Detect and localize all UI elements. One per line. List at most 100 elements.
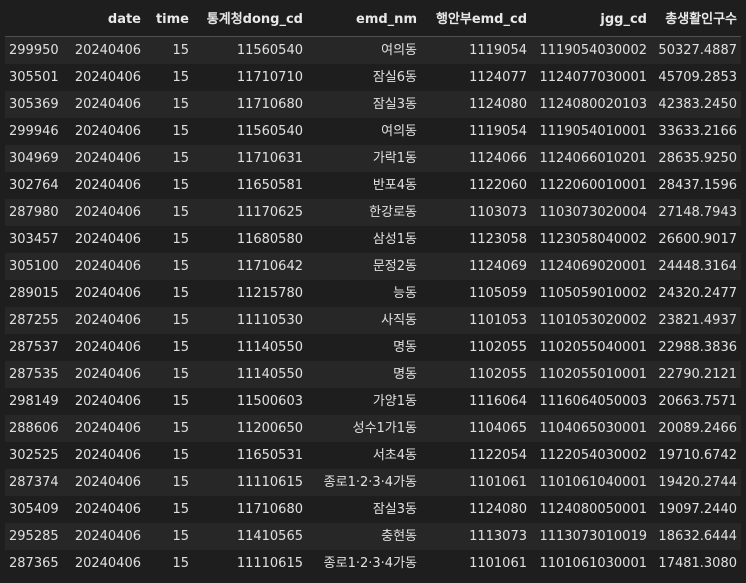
population-cell: 20089.2466 xyxy=(651,415,741,442)
time-cell: 15 xyxy=(145,523,193,550)
population-cell: 27148.7943 xyxy=(651,199,741,226)
time-cell: 15 xyxy=(145,226,193,253)
emd-cd-cell: 1124066 xyxy=(421,145,531,172)
jgg-cd-cell: 1101061040001 xyxy=(531,469,651,496)
emd-nm-cell: 삼성1동 xyxy=(307,226,421,253)
population-cell: 26600.9017 xyxy=(651,226,741,253)
emd-nm-cell: 종로1·2·3·4가동 xyxy=(307,469,421,496)
emd-nm-cell: 여의동 xyxy=(307,118,421,145)
time-cell: 15 xyxy=(145,64,193,91)
emd-cd-cell: 1102055 xyxy=(421,334,531,361)
date-cell: 20240406 xyxy=(65,334,145,361)
date-cell: 20240406 xyxy=(65,280,145,307)
jgg-cd-cell: 1116064050003 xyxy=(531,388,651,415)
date-cell: 20240406 xyxy=(65,523,145,550)
index-header xyxy=(5,4,65,37)
emd-cd-cell: 1104065 xyxy=(421,415,531,442)
row-index: 305409 xyxy=(5,496,65,523)
population-cell: 18632.6444 xyxy=(651,523,741,550)
emd-cd-cell: 1116064 xyxy=(421,388,531,415)
table-row: 305501 20240406 15 11710710 잠실6동 1124077 11240… xyxy=(5,64,741,91)
table-row: 288606 20240406 15 11200650 성수1가1동 1104065 110… xyxy=(5,415,741,442)
table-row: 305409 20240406 15 11710680 잠실3동 1124080 11240… xyxy=(5,496,741,523)
dong-cd-cell: 11650531 xyxy=(193,442,307,469)
date-cell: 20240406 xyxy=(65,469,145,496)
table-row: 287255 20240406 15 11110530 사직동 1101053 110105… xyxy=(5,307,741,334)
dong-cd-cell: 11140550 xyxy=(193,334,307,361)
dong-cd-cell: 11110615 xyxy=(193,469,307,496)
jgg-cd-cell: 1124077030001 xyxy=(531,64,651,91)
dong-cd-cell: 11680580 xyxy=(193,226,307,253)
jgg-cd-cell: 1102055040001 xyxy=(531,334,651,361)
population-cell: 28635.9250 xyxy=(651,145,741,172)
time-cell: 15 xyxy=(145,172,193,199)
time-cell: 15 xyxy=(145,496,193,523)
date-cell: 20240406 xyxy=(65,199,145,226)
population-cell: 19097.2440 xyxy=(651,496,741,523)
table-row: 287537 20240406 15 11140550 명동 1102055 1102055… xyxy=(5,334,741,361)
time-cell: 15 xyxy=(145,253,193,280)
emd-cd-cell: 1102055 xyxy=(421,361,531,388)
population-cell: 22988.3836 xyxy=(651,334,741,361)
table-row: 303457 20240406 15 11680580 삼성1동 1123058 11230… xyxy=(5,226,741,253)
dataframe-table: date time 통계청dong_cd emd_nm 행안부emd_cd jgg_cd 총… xyxy=(5,4,741,577)
row-index: 304969 xyxy=(5,145,65,172)
jgg-cd-cell: 1124066010201 xyxy=(531,145,651,172)
dataframe-output: date time 통계청dong_cd emd_nm 행안부emd_cd jgg_cd 총… xyxy=(0,0,746,583)
dong-cd-cell: 11650581 xyxy=(193,172,307,199)
jgg-cd-cell: 1124080020103 xyxy=(531,91,651,118)
time-cell: 15 xyxy=(145,307,193,334)
time-cell: 15 xyxy=(145,91,193,118)
date-cell: 20240406 xyxy=(65,361,145,388)
emd-cd-cell: 1123058 xyxy=(421,226,531,253)
dong-cd-cell: 11410565 xyxy=(193,523,307,550)
jgg-cd-cell: 1103073020004 xyxy=(531,199,651,226)
date-cell: 20240406 xyxy=(65,36,145,64)
emd-nm-cell: 잠실6동 xyxy=(307,64,421,91)
jgg-cd-cell: 1101061030001 xyxy=(531,550,651,577)
time-cell: 15 xyxy=(145,550,193,577)
emd-nm-cell: 여의동 xyxy=(307,36,421,64)
emd-cd-cell: 1113073 xyxy=(421,523,531,550)
emd-nm-cell: 명동 xyxy=(307,361,421,388)
date-cell: 20240406 xyxy=(65,226,145,253)
date-cell: 20240406 xyxy=(65,496,145,523)
dong-cd-cell: 11710642 xyxy=(193,253,307,280)
dong-cd-cell: 11710631 xyxy=(193,145,307,172)
jgg-cd-cell: 1119054010001 xyxy=(531,118,651,145)
row-index: 303457 xyxy=(5,226,65,253)
dong-cd-cell: 11110530 xyxy=(193,307,307,334)
jgg-cd-cell: 1124069020001 xyxy=(531,253,651,280)
date-header: date xyxy=(65,4,145,37)
dong-cd-cell: 11710680 xyxy=(193,91,307,118)
row-index: 302764 xyxy=(5,172,65,199)
jgg-cd-cell: 1123058040002 xyxy=(531,226,651,253)
row-index: 298149 xyxy=(5,388,65,415)
jgg-cd-cell: 1104065030001 xyxy=(531,415,651,442)
jgg-cd-cell: 1101053020002 xyxy=(531,307,651,334)
time-cell: 15 xyxy=(145,36,193,64)
table-row: 287535 20240406 15 11140550 명동 1102055 1102055… xyxy=(5,361,741,388)
row-index: 302525 xyxy=(5,442,65,469)
table-row: 298149 20240406 15 11500603 가양1동 1116064 11160… xyxy=(5,388,741,415)
population-cell: 23821.4937 xyxy=(651,307,741,334)
emd-nm-cell: 능동 xyxy=(307,280,421,307)
emd-nm-cell: 반포4동 xyxy=(307,172,421,199)
time-cell: 15 xyxy=(145,361,193,388)
emd-nm-cell: 종로1·2·3·4가동 xyxy=(307,550,421,577)
row-index: 287365 xyxy=(5,550,65,577)
dong-cd-cell: 11710710 xyxy=(193,64,307,91)
date-cell: 20240406 xyxy=(65,91,145,118)
dong-cd-cell: 11560540 xyxy=(193,36,307,64)
time-cell: 15 xyxy=(145,118,193,145)
date-cell: 20240406 xyxy=(65,118,145,145)
emd-cd-cell: 1119054 xyxy=(421,36,531,64)
table-row: 299950 20240406 15 11560540 여의동 1119054 111905… xyxy=(5,36,741,64)
jgg-cd-cell: 1105059010002 xyxy=(531,280,651,307)
jgg-cd-cell: 1113073010019 xyxy=(531,523,651,550)
date-cell: 20240406 xyxy=(65,550,145,577)
jgg-cd-cell: 1102055010001 xyxy=(531,361,651,388)
emd-cd-cell: 1124080 xyxy=(421,91,531,118)
row-index: 287980 xyxy=(5,199,65,226)
emd-nm-cell: 잠실3동 xyxy=(307,91,421,118)
